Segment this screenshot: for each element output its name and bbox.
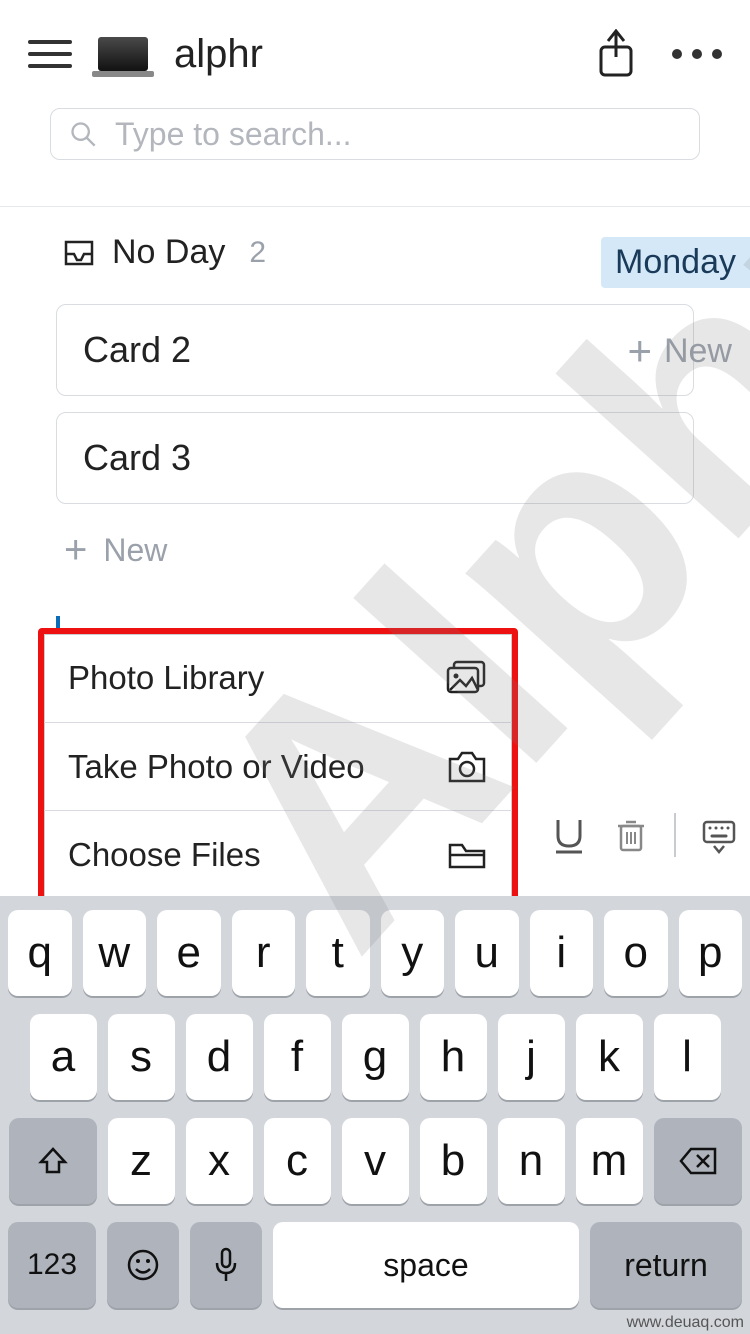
key-emoji[interactable]	[107, 1222, 179, 1308]
inbox-icon	[64, 240, 94, 266]
menu-item-label: Take Photo or Video	[68, 748, 446, 786]
backspace-icon	[679, 1147, 717, 1175]
menu-item-label: Choose Files	[68, 836, 446, 874]
new-column-button[interactable]: + New	[627, 327, 732, 375]
key-u[interactable]: u	[455, 910, 519, 996]
page-title: alphr	[174, 32, 596, 77]
key-n[interactable]: n	[498, 1118, 565, 1204]
shift-icon	[38, 1146, 68, 1176]
key-w[interactable]: w	[83, 910, 147, 996]
search-placeholder: Type to search...	[115, 116, 352, 153]
editor-toolbar	[524, 795, 738, 875]
key-y[interactable]: y	[381, 910, 445, 996]
key-t[interactable]: t	[306, 910, 370, 996]
new-column-label: New	[664, 332, 732, 371]
keyboard-hide-icon[interactable]	[700, 816, 738, 854]
toolbar-divider	[674, 813, 676, 857]
key-i[interactable]: i	[530, 910, 594, 996]
section-count: 2	[249, 236, 266, 270]
key-b[interactable]: b	[420, 1118, 487, 1204]
share-button[interactable]	[596, 29, 636, 79]
key-return[interactable]: return	[590, 1222, 742, 1308]
key-d[interactable]: d	[186, 1014, 253, 1100]
key-m[interactable]: m	[576, 1118, 643, 1204]
key-space[interactable]: space	[273, 1222, 579, 1308]
card-item[interactable]: Card 3	[56, 412, 694, 504]
key-l[interactable]: l	[654, 1014, 721, 1100]
more-button[interactable]	[672, 49, 722, 59]
top-bar: alphr	[0, 0, 750, 108]
key-p[interactable]: p	[679, 910, 743, 996]
new-card-button[interactable]: + New	[56, 528, 694, 573]
section-label: No Day	[112, 233, 225, 272]
key-o[interactable]: o	[604, 910, 668, 996]
source-credit: www.deuaq.com	[627, 1314, 744, 1332]
key-r[interactable]: r	[232, 910, 296, 996]
key-k[interactable]: k	[576, 1014, 643, 1100]
key-a[interactable]: a	[30, 1014, 97, 1100]
key-x[interactable]: x	[186, 1118, 253, 1204]
key-e[interactable]: e	[157, 910, 221, 996]
new-card-label: New	[103, 532, 167, 569]
keyboard: q w e r t y u i o p a s d f g h j k l	[0, 896, 750, 1334]
key-v[interactable]: v	[342, 1118, 409, 1204]
key-g[interactable]: g	[342, 1014, 409, 1100]
mic-icon	[214, 1247, 238, 1283]
key-numbers[interactable]: 123	[8, 1222, 96, 1308]
menu-item-label: Photo Library	[68, 659, 446, 697]
plus-icon: +	[627, 327, 652, 375]
laptop-icon	[98, 37, 148, 71]
search-icon	[69, 120, 97, 148]
key-f[interactable]: f	[264, 1014, 331, 1100]
key-z[interactable]: z	[108, 1118, 175, 1204]
key-backspace[interactable]	[654, 1118, 742, 1204]
day-chip[interactable]: Monday	[601, 237, 750, 288]
board-content: No Day 2 Monday + New Card 2 Card 3 + Ne…	[0, 207, 750, 573]
card-title: Card 2	[83, 329, 191, 370]
menu-item-photo-library[interactable]: Photo Library	[44, 634, 512, 722]
search-input[interactable]: Type to search...	[50, 108, 700, 160]
card-item[interactable]: Card 2	[56, 304, 694, 396]
key-dictation[interactable]	[190, 1222, 262, 1308]
emoji-icon	[126, 1248, 160, 1282]
key-c[interactable]: c	[264, 1118, 331, 1204]
key-q[interactable]: q	[8, 910, 72, 996]
key-h[interactable]: h	[420, 1014, 487, 1100]
camera-icon	[446, 749, 488, 785]
attachment-menu: Photo Library Take Photo or Video Choose…	[38, 628, 518, 904]
plus-icon: +	[64, 528, 87, 573]
key-shift[interactable]	[9, 1118, 97, 1204]
menu-button[interactable]	[28, 32, 72, 76]
folder-icon	[446, 837, 488, 873]
card-title: Card 3	[83, 437, 191, 478]
trash-icon[interactable]	[612, 816, 650, 854]
key-j[interactable]: j	[498, 1014, 565, 1100]
share-icon	[596, 29, 636, 79]
photos-icon	[446, 660, 488, 696]
menu-item-take-photo[interactable]: Take Photo or Video	[44, 722, 512, 810]
underline-icon[interactable]	[550, 816, 588, 854]
key-s[interactable]: s	[108, 1014, 175, 1100]
menu-item-choose-files[interactable]: Choose Files	[44, 810, 512, 898]
